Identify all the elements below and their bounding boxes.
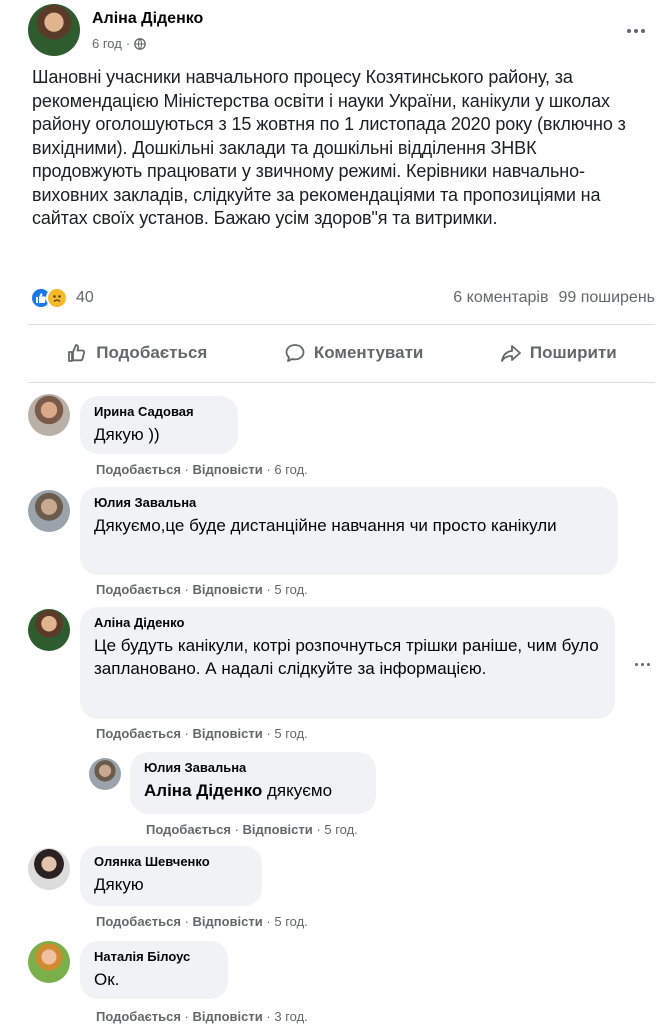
comment-text: Дякую — [94, 875, 144, 894]
comment-like-link[interactable]: Подобається — [96, 914, 181, 929]
comment-like-link[interactable]: Подобається — [96, 1009, 181, 1024]
commenter-name[interactable]: Наталія Білоус — [94, 949, 214, 964]
comment-time[interactable]: 5 год. — [324, 822, 357, 837]
comment-bubble: Аліна Діденко Це будуть канікули, котрі … — [80, 607, 615, 719]
separator: · — [234, 822, 239, 837]
comment-reply-link[interactable]: Відповісти — [193, 582, 263, 597]
comment-actions: Подобається · Відповісти · 5 год. — [146, 822, 358, 837]
commenter-avatar[interactable] — [28, 941, 70, 983]
separator: · — [266, 1009, 271, 1024]
comment-text: Дякую )) — [94, 425, 160, 444]
separator: · — [266, 462, 271, 477]
author-avatar[interactable] — [28, 4, 80, 56]
comment-button[interactable]: Коментувати — [272, 336, 436, 370]
comment-button-label: Коментувати — [313, 343, 424, 362]
meta-separator: · — [125, 36, 131, 51]
comment-time[interactable]: 5 год. — [274, 582, 307, 597]
separator: · — [266, 582, 271, 597]
commenter-name[interactable]: Ирина Садовая — [94, 404, 224, 419]
separator: · — [184, 582, 189, 597]
comment-reply-link[interactable]: Відповісти — [193, 726, 263, 741]
reactions-count: 40 — [76, 289, 94, 306]
separator: · — [184, 462, 189, 477]
shares-count-link[interactable]: 99 поширень — [558, 289, 655, 307]
reply-bubble: Юлия Завальна Аліна Діденко дякуємо — [130, 752, 376, 814]
comment-time[interactable]: 3 год. — [274, 1009, 307, 1024]
separator: · — [266, 726, 271, 741]
speech-bubble-icon — [285, 344, 305, 362]
comment-bubble: Наталія Білоус Ок. — [80, 941, 228, 999]
commenter-avatar[interactable] — [28, 490, 70, 532]
comment-reply-link[interactable]: Відповісти — [193, 1009, 263, 1024]
separator: · — [184, 726, 189, 741]
like-button[interactable]: Подобається — [54, 336, 219, 370]
commenter-name[interactable]: Олянка Шевченко — [94, 854, 248, 869]
comment-like-link[interactable]: Подобається — [96, 462, 181, 477]
like-button-label: Подобається — [96, 343, 208, 362]
comment-like-link[interactable]: Подобається — [146, 822, 231, 837]
more-dot-icon — [634, 29, 638, 33]
comment-bubble: Юлия Завальна Дякуємо,це буде дистанційн… — [80, 487, 618, 575]
stats-right: 6 коментарів 99 поширень — [453, 289, 655, 307]
commenter-name[interactable]: Юлия Завальна — [144, 760, 362, 775]
comment-time[interactable]: 5 год. — [274, 726, 307, 741]
comment-like-link[interactable]: Подобається — [96, 582, 181, 597]
post-time[interactable]: 6 год — [92, 36, 122, 51]
separator: · — [184, 914, 189, 929]
comments-count-link[interactable]: 6 коментарів — [453, 289, 548, 307]
comment-actions: Подобається · Відповісти · 5 год. — [96, 582, 308, 597]
divider — [28, 382, 655, 383]
post-meta: 6 год · — [92, 36, 147, 51]
comment-bubble: Ирина Садовая Дякую )) — [80, 396, 238, 454]
divider — [28, 324, 655, 325]
comment-actions: Подобається · Відповісти · 5 год. — [96, 726, 308, 741]
mention-link[interactable]: Аліна Діденко — [144, 781, 262, 800]
comment-text: Дякуємо,це буде дистанційне навчання чи … — [94, 516, 557, 535]
comment-text: Ок. — [94, 970, 120, 989]
commenter-avatar[interactable] — [28, 848, 70, 890]
more-dot-icon — [647, 662, 650, 666]
post-options-button[interactable] — [624, 24, 648, 38]
separator: · — [184, 1009, 189, 1024]
comment-reply-link[interactable]: Відповісти — [243, 822, 313, 837]
comment-bubble: Олянка Шевченко Дякую — [80, 846, 262, 906]
share-arrow-icon — [500, 345, 521, 362]
comment-actions: Подобається · Відповісти · 3 год. — [96, 1009, 308, 1024]
comment-text: Аліна Діденко дякуємо — [144, 779, 362, 802]
comment-text: Це будуть канікули, котрі розпочнуться т… — [94, 636, 599, 678]
sad-reaction-icon — [46, 287, 68, 309]
commenter-avatar[interactable] — [28, 394, 70, 436]
commenter-avatar[interactable] — [28, 609, 70, 651]
more-dot-icon — [641, 29, 645, 33]
thumbs-up-icon — [68, 344, 86, 362]
commenter-avatar[interactable] — [89, 758, 121, 790]
comment-reply-link[interactable]: Відповісти — [193, 914, 263, 929]
comment-time[interactable]: 6 год. — [274, 462, 307, 477]
comment-actions: Подобається · Відповісти · 5 год. — [96, 914, 308, 929]
more-dot-icon — [627, 29, 631, 33]
separator: · — [316, 822, 321, 837]
post-text: Шановні учасники навчального процесу Коз… — [32, 67, 626, 228]
post-action-bar: Подобається Коментувати Поширити — [28, 330, 655, 376]
more-dot-icon — [641, 662, 644, 666]
comment-actions: Подобається · Відповісти · 6 год. — [96, 462, 308, 477]
comment-like-link[interactable]: Подобається — [96, 726, 181, 741]
post-header: Аліна Діденко 6 год · — [28, 4, 658, 60]
post-stats: 40 6 коментарів 99 поширень — [30, 284, 655, 312]
reply-text: дякуємо — [262, 781, 333, 800]
commenter-name[interactable]: Аліна Діденко — [94, 615, 601, 630]
comment-time[interactable]: 5 год. — [274, 914, 307, 929]
separator: · — [266, 914, 271, 929]
comment-reply-link[interactable]: Відповісти — [193, 462, 263, 477]
globe-icon — [134, 37, 147, 50]
author-name[interactable]: Аліна Діденко — [92, 10, 203, 28]
more-dot-icon — [635, 662, 638, 666]
commenter-name[interactable]: Юлия Завальна — [94, 495, 604, 510]
comment-options-button[interactable] — [635, 657, 655, 671]
reactions-summary[interactable]: 40 — [30, 287, 94, 309]
share-button[interactable]: Поширити — [488, 336, 629, 370]
share-button-label: Поширити — [529, 343, 617, 362]
